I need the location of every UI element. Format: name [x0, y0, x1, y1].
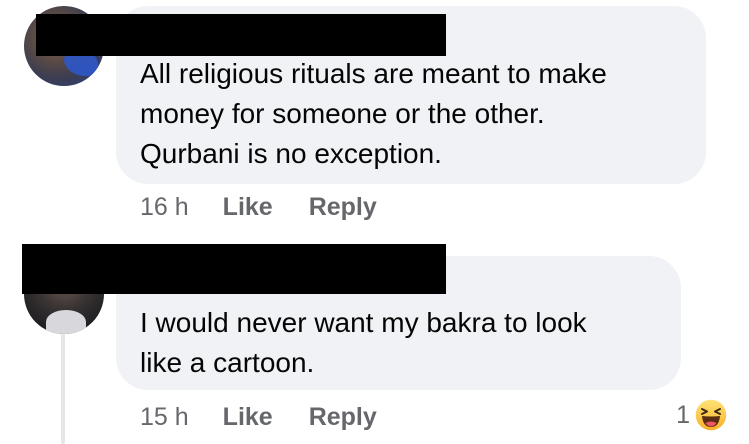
like-button[interactable]: Like [223, 403, 273, 432]
haha-emoji-icon [694, 398, 728, 432]
comment-timestamp[interactable]: 15 h [140, 403, 189, 432]
avatar-photo-detail [46, 310, 86, 334]
comment-text: All religious rituals are meant to make … [140, 58, 607, 169]
comment-actions: 15 h Like Reply [140, 403, 413, 432]
comment-actions: 16 h Like Reply [140, 193, 413, 222]
redacted-author-name [36, 14, 446, 56]
reply-button[interactable]: Reply [309, 193, 377, 222]
reaction-count: 1 [676, 400, 690, 429]
reply-thread-line [61, 332, 65, 444]
redacted-author-name [22, 244, 446, 294]
comment-text: I would never want my bakra to look like… [140, 307, 587, 378]
comment-thread: All religious rituals are meant to make … [0, 0, 749, 444]
reaction-summary[interactable]: 1 [676, 398, 728, 432]
reply-button[interactable]: Reply [309, 403, 377, 432]
comment-timestamp[interactable]: 16 h [140, 193, 189, 222]
like-button[interactable]: Like [223, 193, 273, 222]
